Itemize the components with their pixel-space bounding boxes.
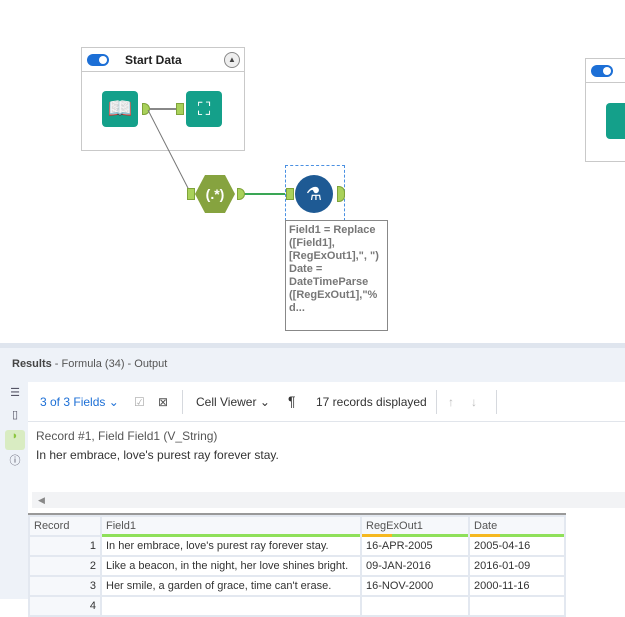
chevron-down-icon: ⌄ (108, 395, 119, 409)
results-side-icons: ☰ ▯ ◗ ⓘ (5, 386, 25, 474)
column-header-regexout1[interactable]: RegExOut1 (360, 515, 470, 537)
cell-date[interactable]: 2000-11-16 (468, 575, 566, 597)
results-grid: Record Field1 RegExOut1 Date 1 In her emb… (28, 513, 566, 617)
column-label: Date (474, 520, 498, 532)
arrow-down-icon[interactable]: ↓ (471, 395, 477, 409)
cell-field1[interactable]: Like a beacon, in the night, her love sh… (100, 555, 362, 577)
arrow-up-icon[interactable]: ↑ (448, 395, 454, 409)
cell-viewer-dropdown[interactable]: Cell Viewer ⌄ (196, 395, 270, 409)
horizontal-scrollbar[interactable]: ◀ (32, 492, 625, 508)
cell-regexout1[interactable] (360, 595, 470, 617)
column-header-field1[interactable]: Field1 (100, 515, 362, 537)
select-all-checkbox-icon[interactable]: ☑ (134, 395, 145, 409)
pilcrow-icon[interactable]: ¶ (288, 393, 296, 409)
cell-viewer-value[interactable]: In her embrace, love's purest ray foreve… (36, 448, 617, 462)
cell-record[interactable]: 4 (28, 595, 102, 617)
cell-regexout1[interactable]: 09-JAN-2016 (360, 555, 470, 577)
cell-field1[interactable] (100, 595, 362, 617)
data-anchor-icon[interactable]: ◗ (5, 430, 25, 450)
results-title: Results - Formula (34) - Output (12, 358, 167, 370)
tool-container-partial[interactable] (585, 58, 625, 162)
fields-label: 3 of 3 Fields (40, 395, 106, 409)
help-icon[interactable]: ⓘ (5, 452, 25, 472)
column-label: RegExOut1 (366, 520, 423, 532)
toolbar-separator (436, 390, 437, 414)
cell-viewer-header: Record #1, Field Field1 (V_String) (36, 429, 218, 443)
fields-dropdown[interactable]: 3 of 3 Fields ⌄ (40, 395, 119, 409)
column-header-date[interactable]: Date (468, 515, 566, 537)
table-row[interactable]: 2 Like a beacon, in the night, her love s… (28, 555, 566, 577)
metadata-icon[interactable]: ▯ (5, 408, 25, 428)
column-header-record[interactable]: Record (28, 515, 102, 537)
container-toggle[interactable] (591, 65, 613, 77)
cell-viewer: Record #1, Field Field1 (V_String) In he… (28, 423, 625, 493)
cell-date[interactable]: 2005-04-16 (468, 535, 566, 557)
list-icon[interactable]: ☰ (5, 386, 25, 406)
tool-annotation: Field1 = Replace ([Field1], [RegExOut1],… (285, 220, 388, 331)
column-type-bar (362, 534, 468, 537)
results-toolbar: 3 of 3 Fields ⌄ ☑ ⊠ Cell Viewer ⌄ ¶ 17 r… (28, 382, 625, 422)
column-label: Field1 (106, 520, 136, 532)
cell-record[interactable]: 2 (28, 555, 102, 577)
formula-tool-flask-icon[interactable]: ⚗ (295, 175, 333, 213)
table-row[interactable]: 1 In her embrace, love's purest ray forev… (28, 535, 566, 557)
scroll-left-icon[interactable]: ◀ (38, 495, 45, 505)
results-panel: Results - Formula (34) - Output ☰ ▯ ◗ ⓘ … (0, 348, 625, 617)
input-anchor[interactable] (187, 188, 195, 200)
table-row[interactable]: 3 Her smile, a garden of grace, time can'… (28, 575, 566, 597)
results-label: Results (12, 358, 52, 370)
column-type-bar (102, 534, 360, 537)
output-anchor[interactable] (337, 186, 345, 202)
cell-field1[interactable]: In her embrace, love's purest ray foreve… (100, 535, 362, 557)
cell-regexout1[interactable]: 16-APR-2005 (360, 535, 470, 557)
table-row[interactable]: 4 (28, 595, 566, 617)
deselect-all-icon[interactable]: ⊠ (158, 395, 168, 409)
tool-icon[interactable] (606, 103, 625, 139)
column-type-bar (470, 534, 564, 537)
cell-record[interactable]: 3 (28, 575, 102, 597)
workflow-canvas[interactable]: Start Data ▲ 📖 ⛶ (.*) ⚗ Field1 = Replace… (0, 0, 625, 343)
toolbar-separator (182, 390, 183, 414)
cell-date[interactable]: 2016-01-09 (468, 555, 566, 577)
chevron-down-icon: ⌄ (259, 395, 270, 409)
input-anchor[interactable] (286, 188, 294, 200)
results-source: - Formula (34) - Output (51, 358, 168, 370)
cell-record[interactable]: 1 (28, 535, 102, 557)
cell-regexout1[interactable]: 16-NOV-2000 (360, 575, 470, 597)
viewer-label: Cell Viewer (196, 395, 257, 409)
results-main: 3 of 3 Fields ⌄ ☑ ⊠ Cell Viewer ⌄ ¶ 17 r… (28, 382, 625, 617)
container-header (586, 59, 625, 83)
cell-field1[interactable]: Her smile, a garden of grace, time can't… (100, 575, 362, 597)
cell-date[interactable] (468, 595, 566, 617)
toolbar-separator (496, 390, 497, 414)
records-count: 17 records displayed (316, 395, 427, 409)
